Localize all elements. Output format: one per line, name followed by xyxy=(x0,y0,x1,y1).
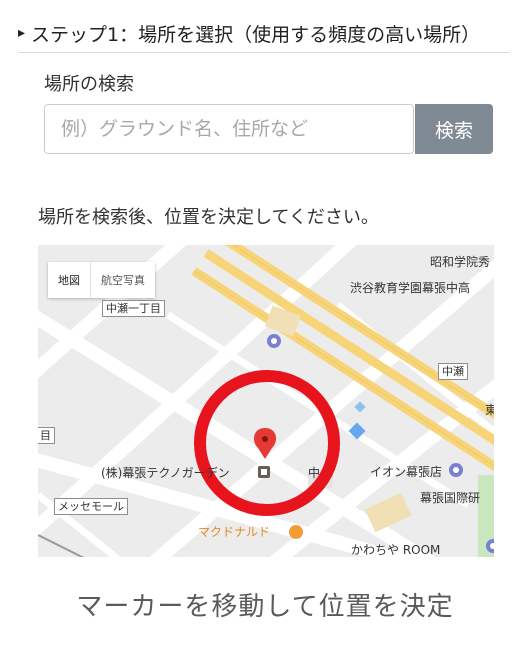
map-label-messe: メッセモール xyxy=(54,498,128,515)
search-button[interactable]: 検索 xyxy=(415,104,493,154)
map-label-makuhari-kokusai: 幕張国際研 xyxy=(420,491,481,505)
map-label-naka: 中 xyxy=(308,466,321,480)
map-label-nakase1: 中瀬一丁目 xyxy=(102,300,165,317)
instruction-text: 場所を検索後、位置を決定してください。 xyxy=(38,207,379,228)
map-type-satellite-button[interactable]: 航空写真 xyxy=(90,262,155,298)
map-label-nakase: 中瀬 xyxy=(438,363,468,380)
map-type-toggle[interactable]: 地図 航空写真 xyxy=(48,262,155,298)
step-header[interactable]: ▸ ステップ1：場所を選択（使用する頻度の高い場所） xyxy=(18,14,510,53)
map-type-map-button[interactable]: 地図 xyxy=(48,262,90,298)
map-label-kawachiya: かわちや ROOM xyxy=(351,543,441,557)
map-label-aeon: イオン幕張店 xyxy=(370,465,443,479)
search-input[interactable] xyxy=(44,104,414,154)
map-label-edge-left: 目 xyxy=(38,427,55,444)
expand-triangle-icon[interactable]: ▸ xyxy=(18,25,25,41)
map-label-techno: (株)幕張テクノガーデン xyxy=(101,466,230,480)
map-label-mcd: マクドナルド xyxy=(198,525,271,539)
confirm-instruction: マーカーを移動して位置を決定 xyxy=(76,592,454,622)
map[interactable]: 地図 航空写真 昭和学院秀 渋谷教育学園幕張中高 中瀬一丁目 中瀬 東 目 (株… xyxy=(38,245,494,557)
map-label-showa: 昭和学院秀 xyxy=(430,255,491,269)
search-label: 場所の検索 xyxy=(44,74,134,95)
step-title: ステップ1：場所を選択（使用する頻度の高い場所） xyxy=(31,23,481,46)
map-label-shibuya: 渋谷教育学園幕張中高 xyxy=(350,281,471,295)
map-label-road-partial: 東 xyxy=(485,403,494,417)
